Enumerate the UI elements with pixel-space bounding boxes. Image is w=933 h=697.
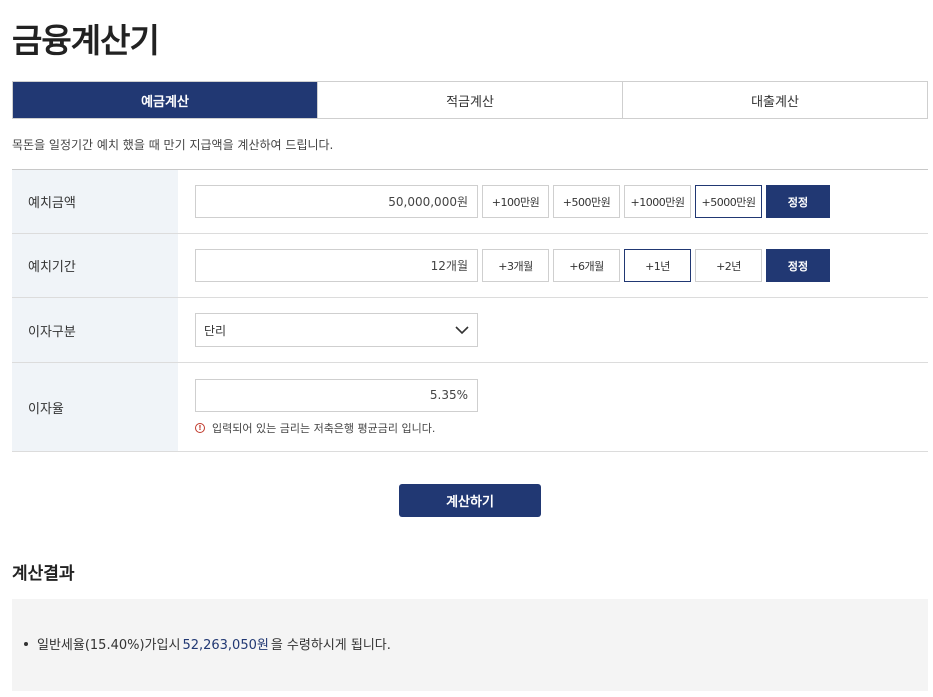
add-1-year-button[interactable]: +1년: [624, 249, 691, 282]
deposit-form: 예치금액 50,000,000원 +100만원 +500만원 +1000만원 +…: [12, 169, 928, 452]
interest-type-label: 이자구분: [12, 298, 178, 362]
add-6-months-button[interactable]: +6개월: [553, 249, 620, 282]
add-2-years-button[interactable]: +2년: [695, 249, 762, 282]
tab-installment-savings[interactable]: 적금계산: [317, 82, 622, 118]
interest-rate-controls: 5.35% ! 입력되어 있는 금리는 저축은행 평균금리 입니다.: [178, 363, 928, 451]
bullet-icon: [24, 641, 28, 646]
interest-type-controls: 단리: [178, 298, 928, 362]
tab-loan[interactable]: 대출계산: [622, 82, 927, 118]
interest-type-select[interactable]: 단리: [195, 313, 478, 347]
add-5000-button[interactable]: +5000만원: [695, 185, 762, 218]
result-line: 일반세율(15.40%)가입시 52,263,050원 을 수령하시게 됩니다.: [24, 634, 391, 653]
calculator-tabs: 예금계산 적금계산 대출계산: [12, 81, 928, 119]
deposit-amount-label: 예치금액: [12, 170, 178, 233]
add-3-months-button[interactable]: +3개월: [482, 249, 549, 282]
add-100-button[interactable]: +100만원: [482, 185, 549, 218]
interest-rate-wrap: 5.35% ! 입력되어 있는 금리는 저축은행 평균금리 입니다.: [195, 378, 478, 436]
tab-deposit[interactable]: 예금계산: [13, 82, 317, 118]
info-circle-icon: !: [195, 422, 205, 433]
deposit-amount-controls: 50,000,000원 +100만원 +500만원 +1000만원 +5000만…: [178, 170, 928, 233]
add-500-button[interactable]: +500만원: [553, 185, 620, 218]
rate-notice-text: 입력되어 있는 금리는 저축은행 평균금리 입니다.: [212, 421, 436, 435]
interest-rate-input[interactable]: 5.35%: [195, 378, 478, 412]
chevron-down-icon: [455, 325, 469, 334]
interest-type-row: 이자구분 단리: [12, 298, 928, 363]
result-amount: 52,263,050원: [182, 638, 269, 653]
add-1000-button[interactable]: +1000만원: [624, 185, 691, 218]
deposit-period-input[interactable]: 12개월: [195, 249, 478, 282]
deposit-period-label: 예치기간: [12, 234, 178, 297]
period-correct-button[interactable]: 정정: [766, 249, 830, 282]
result-title: 계산결과: [12, 564, 75, 584]
result-box: 일반세율(15.40%)가입시 52,263,050원 을 수령하시게 됩니다.: [12, 599, 928, 691]
amount-correct-button[interactable]: 정정: [766, 185, 830, 218]
calculate-button[interactable]: 계산하기: [399, 484, 541, 517]
interest-rate-label: 이자율: [12, 363, 178, 451]
deposit-amount-input[interactable]: 50,000,000원: [195, 185, 478, 218]
calculator-description: 목돈을 일정기간 예치 했을 때 만기 지급액을 계산하여 드립니다.: [12, 138, 334, 152]
deposit-period-controls: 12개월 +3개월 +6개월 +1년 +2년 정정: [178, 234, 928, 297]
deposit-amount-row: 예치금액 50,000,000원 +100만원 +500만원 +1000만원 +…: [12, 170, 928, 234]
interest-type-selected-value: 단리: [204, 323, 227, 338]
page-title: 금융계산기: [12, 21, 160, 60]
result-suffix: 을 수령하시게 됩니다.: [270, 638, 391, 653]
deposit-period-row: 예치기간 12개월 +3개월 +6개월 +1년 +2년 정정: [12, 234, 928, 298]
interest-rate-row: 이자율 5.35% ! 입력되어 있는 금리는 저축은행 평균금리 입니다.: [12, 363, 928, 452]
rate-notice: ! 입력되어 있는 금리는 저축은행 평균금리 입니다.: [195, 420, 478, 436]
result-prefix: 일반세율(15.40%)가입시: [37, 638, 181, 653]
